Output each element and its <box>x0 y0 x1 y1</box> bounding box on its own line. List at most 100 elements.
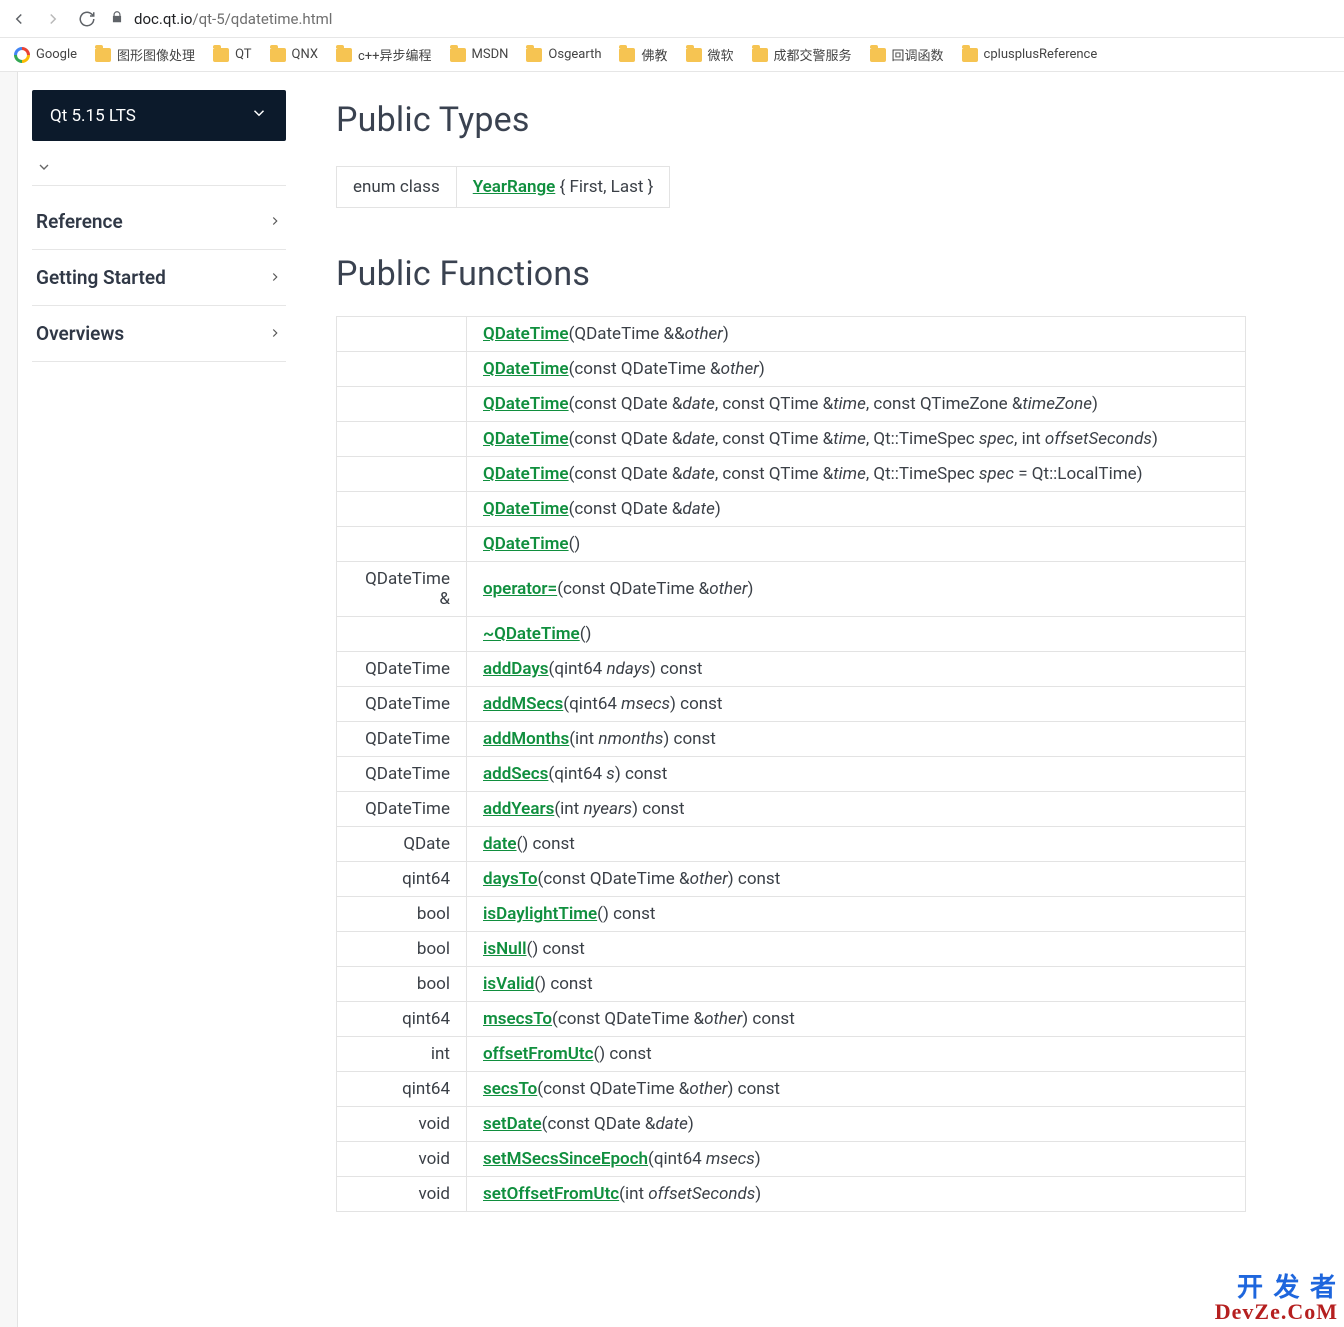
table-row: QDateTime(const QDate &date) <box>337 492 1246 527</box>
table-row: QDateTime &operator=(const QDateTime &ot… <box>337 562 1246 617</box>
bookmark-item[interactable]: 图形图像处理 <box>95 45 195 64</box>
function-signature: QDateTime() <box>467 527 1246 562</box>
bookmark-item[interactable]: QT <box>213 47 251 62</box>
public-types-heading: Public Types <box>336 100 1344 140</box>
table-row: QDateTimeaddMSecs(qint64 msecs) const <box>337 687 1246 722</box>
function-link[interactable]: addDays <box>483 659 549 679</box>
function-link[interactable]: isNull <box>483 939 527 959</box>
parameter-name: other <box>685 324 723 344</box>
function-link[interactable]: addYears <box>483 799 554 819</box>
function-link[interactable]: offsetFromUtc <box>483 1044 593 1064</box>
return-type: bool <box>337 897 467 932</box>
function-signature: isValid() const <box>467 967 1246 1002</box>
parameter-name: time <box>833 394 866 414</box>
function-link[interactable]: QDateTime <box>483 324 569 344</box>
bookmark-item[interactable]: Google <box>14 47 77 63</box>
parameter-name: msecs <box>621 694 670 714</box>
address-bar[interactable]: doc.qt.io/qt-5/qdatetime.html <box>110 10 1336 28</box>
bookmark-label: QNX <box>292 47 318 62</box>
table-row: QDateTime(const QDate &date, const QTime… <box>337 387 1246 422</box>
public-types-table: enum class YearRange { First, Last } <box>336 166 670 208</box>
function-link[interactable]: QDateTime <box>483 429 569 449</box>
version-dropdown[interactable]: Qt 5.15 LTS <box>32 90 286 141</box>
public-functions-heading: Public Functions <box>336 254 1344 294</box>
function-link[interactable]: isDaylightTime <box>483 904 597 924</box>
reload-button[interactable] <box>76 8 98 30</box>
back-button[interactable] <box>8 8 30 30</box>
folder-icon <box>619 48 635 62</box>
forward-button[interactable] <box>42 8 64 30</box>
parameter-name: offsetSeconds <box>648 1184 755 1204</box>
function-link[interactable]: addMonths <box>483 729 569 749</box>
return-type: QDateTime <box>337 722 467 757</box>
function-signature: QDateTime(const QDate &date, const QTime… <box>467 457 1246 492</box>
sidebar-item[interactable]: Overviews <box>32 306 286 362</box>
function-link[interactable]: setDate <box>483 1114 542 1134</box>
function-link[interactable]: addSecs <box>483 764 548 784</box>
folder-icon <box>336 48 352 62</box>
folder-icon <box>450 48 466 62</box>
yearrange-link[interactable]: YearRange <box>473 177 556 197</box>
version-label: Qt 5.15 LTS <box>50 106 136 126</box>
function-signature: addMonths(int nmonths) const <box>467 722 1246 757</box>
function-link[interactable]: isValid <box>483 974 534 994</box>
function-link[interactable]: QDateTime <box>483 534 569 554</box>
bookmark-item[interactable]: Osgearth <box>526 47 601 62</box>
sidebar-item[interactable]: Reference <box>32 194 286 250</box>
function-link[interactable]: QDateTime <box>483 359 569 379</box>
bookmark-label: cplusplusReference <box>984 47 1098 62</box>
function-signature: addSecs(qint64 s) const <box>467 757 1246 792</box>
table-row: QDateTime(const QDateTime &other) <box>337 352 1246 387</box>
bookmark-label: Google <box>36 47 77 62</box>
function-link[interactable]: setOffsetFromUtc <box>483 1184 619 1204</box>
parameter-name: spec <box>979 464 1014 484</box>
table-row: qint64daysTo(const QDateTime &other) con… <box>337 862 1246 897</box>
function-signature: addDays(qint64 ndays) const <box>467 652 1246 687</box>
parameter-name: time <box>833 464 866 484</box>
bookmark-item[interactable]: MSDN <box>450 47 509 62</box>
bookmark-item[interactable]: QNX <box>270 47 318 62</box>
function-link[interactable]: QDateTime <box>483 499 569 519</box>
function-link[interactable]: date <box>483 834 517 854</box>
parameter-name: s <box>606 764 615 784</box>
function-link[interactable]: daysTo <box>483 869 538 889</box>
function-signature: daysTo(const QDateTime &other) const <box>467 862 1246 897</box>
function-link[interactable]: setMSecsSinceEpoch <box>483 1149 648 1169</box>
function-link[interactable]: secsTo <box>483 1079 537 1099</box>
table-row: qint64secsTo(const QDateTime &other) con… <box>337 1072 1246 1107</box>
function-link[interactable]: addMSecs <box>483 694 563 714</box>
bookmark-item[interactable]: c++异步编程 <box>336 45 432 64</box>
parameter-name: nyears <box>583 799 632 819</box>
return-type: int <box>337 1037 467 1072</box>
bookmark-item[interactable]: 佛教 <box>619 45 667 64</box>
parameter-name: offsetSeconds <box>1045 429 1152 449</box>
chevron-right-icon <box>268 210 282 233</box>
bookmark-item[interactable]: 微软 <box>686 45 734 64</box>
sidebar: Qt 5.15 LTS ReferenceGetting StartedOver… <box>18 72 300 1327</box>
bookmark-label: 佛教 <box>641 45 667 64</box>
folder-icon <box>526 48 542 62</box>
function-link[interactable]: QDateTime <box>483 394 569 414</box>
type-signature: YearRange { First, Last } <box>457 167 670 207</box>
parameter-name: spec <box>979 429 1014 449</box>
folder-icon <box>962 48 978 62</box>
function-signature: isNull() const <box>467 932 1246 967</box>
type-kind: enum class <box>337 167 457 207</box>
return-type: QDateTime <box>337 757 467 792</box>
sidebar-item[interactable]: Getting Started <box>32 250 286 306</box>
sidebar-collapse-toggle[interactable] <box>32 149 286 186</box>
parameter-name: date <box>682 429 714 449</box>
bookmark-item[interactable]: 回调函数 <box>870 45 944 64</box>
function-link[interactable]: operator= <box>483 579 557 599</box>
bookmark-item[interactable]: cplusplusReference <box>962 47 1098 62</box>
function-link[interactable]: QDateTime <box>483 464 569 484</box>
bookmark-label: c++异步编程 <box>358 45 432 64</box>
bookmark-label: 微软 <box>708 45 734 64</box>
parameter-name: other <box>704 1009 742 1029</box>
function-link[interactable]: ~QDateTime <box>483 624 580 644</box>
scrollbar[interactable] <box>0 72 18 1327</box>
function-signature: operator=(const QDateTime &other) <box>467 562 1246 617</box>
url-text: doc.qt.io/qt-5/qdatetime.html <box>134 10 332 28</box>
function-link[interactable]: msecsTo <box>483 1009 552 1029</box>
bookmark-item[interactable]: 成都交警服务 <box>752 45 852 64</box>
